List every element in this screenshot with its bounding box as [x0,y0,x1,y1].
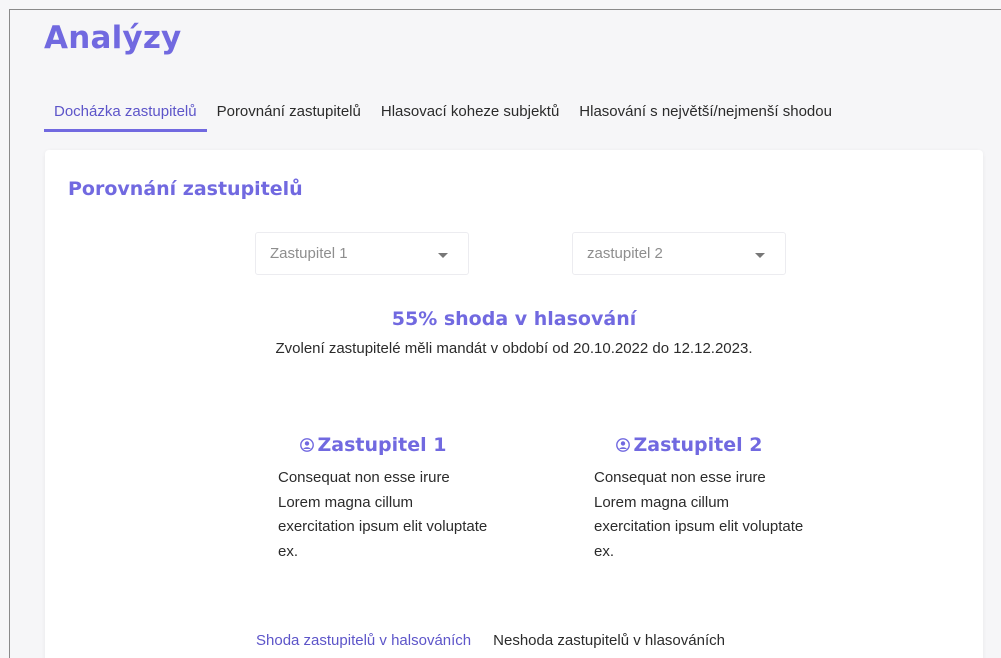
comparison-subtabs: Shoda zastupitelů v halsováních Neshoda … [245,622,736,658]
representative-1-name-text: Zastupitel 1 [317,434,447,456]
page-title: Analýzy [44,20,182,56]
tab-disagreement[interactable]: Neshoda zastupitelů v hlasováních [482,622,736,658]
tab-agreement[interactable]: Shoda zastupitelů v halsováních [245,622,482,658]
card-title: Porovnání zastupitelů [68,178,303,200]
tab-voting-cohesion[interactable]: Hlasovací koheze subjektů [371,96,569,136]
representative-2-name-text: Zastupitel 2 [633,434,763,456]
representative-1-name: Zastupitel 1 [258,434,488,456]
caret-down-icon [438,253,448,258]
tab-representatives-comparison[interactable]: Porovnání zastupitelů [207,96,371,136]
app-frame: Analýzy Docházka zastupitelů Porovnání z… [9,9,1001,658]
comparison-card: Porovnání zastupitelů Zastupitel 1 zastu… [45,150,983,658]
representative-1-panel: Zastupitel 1 Consequat non esse irure Lo… [258,434,488,564]
tab-attendance[interactable]: Docházka zastupitelů [44,96,207,136]
user-icon [615,438,630,452]
match-percentage: 55% shoda v hlasování [391,308,637,330]
representative-2-panel: Zastupitel 2 Consequat non esse irure Lo… [574,434,804,564]
mandate-period: Zvolení zastupitelé měli mandát v období… [275,340,753,357]
caret-down-icon [755,253,765,258]
representative-2-select[interactable]: zastupitel 2 [572,232,786,275]
representative-1-description: Consequat non esse irure Lorem magna cil… [278,469,488,560]
representative-2-description: Consequat non esse irure Lorem magna cil… [594,469,804,560]
select-value: Zastupitel 1 [270,245,348,262]
representative-1-select[interactable]: Zastupitel 1 [255,232,469,275]
select-value: zastupitel 2 [587,245,663,262]
tab-votes-agreement[interactable]: Hlasování s největší/nejmenší shodou [569,96,842,136]
representative-2-name: Zastupitel 2 [574,434,804,456]
main-tabs: Docházka zastupitelů Porovnání zastupite… [44,96,842,136]
user-icon [299,438,314,452]
